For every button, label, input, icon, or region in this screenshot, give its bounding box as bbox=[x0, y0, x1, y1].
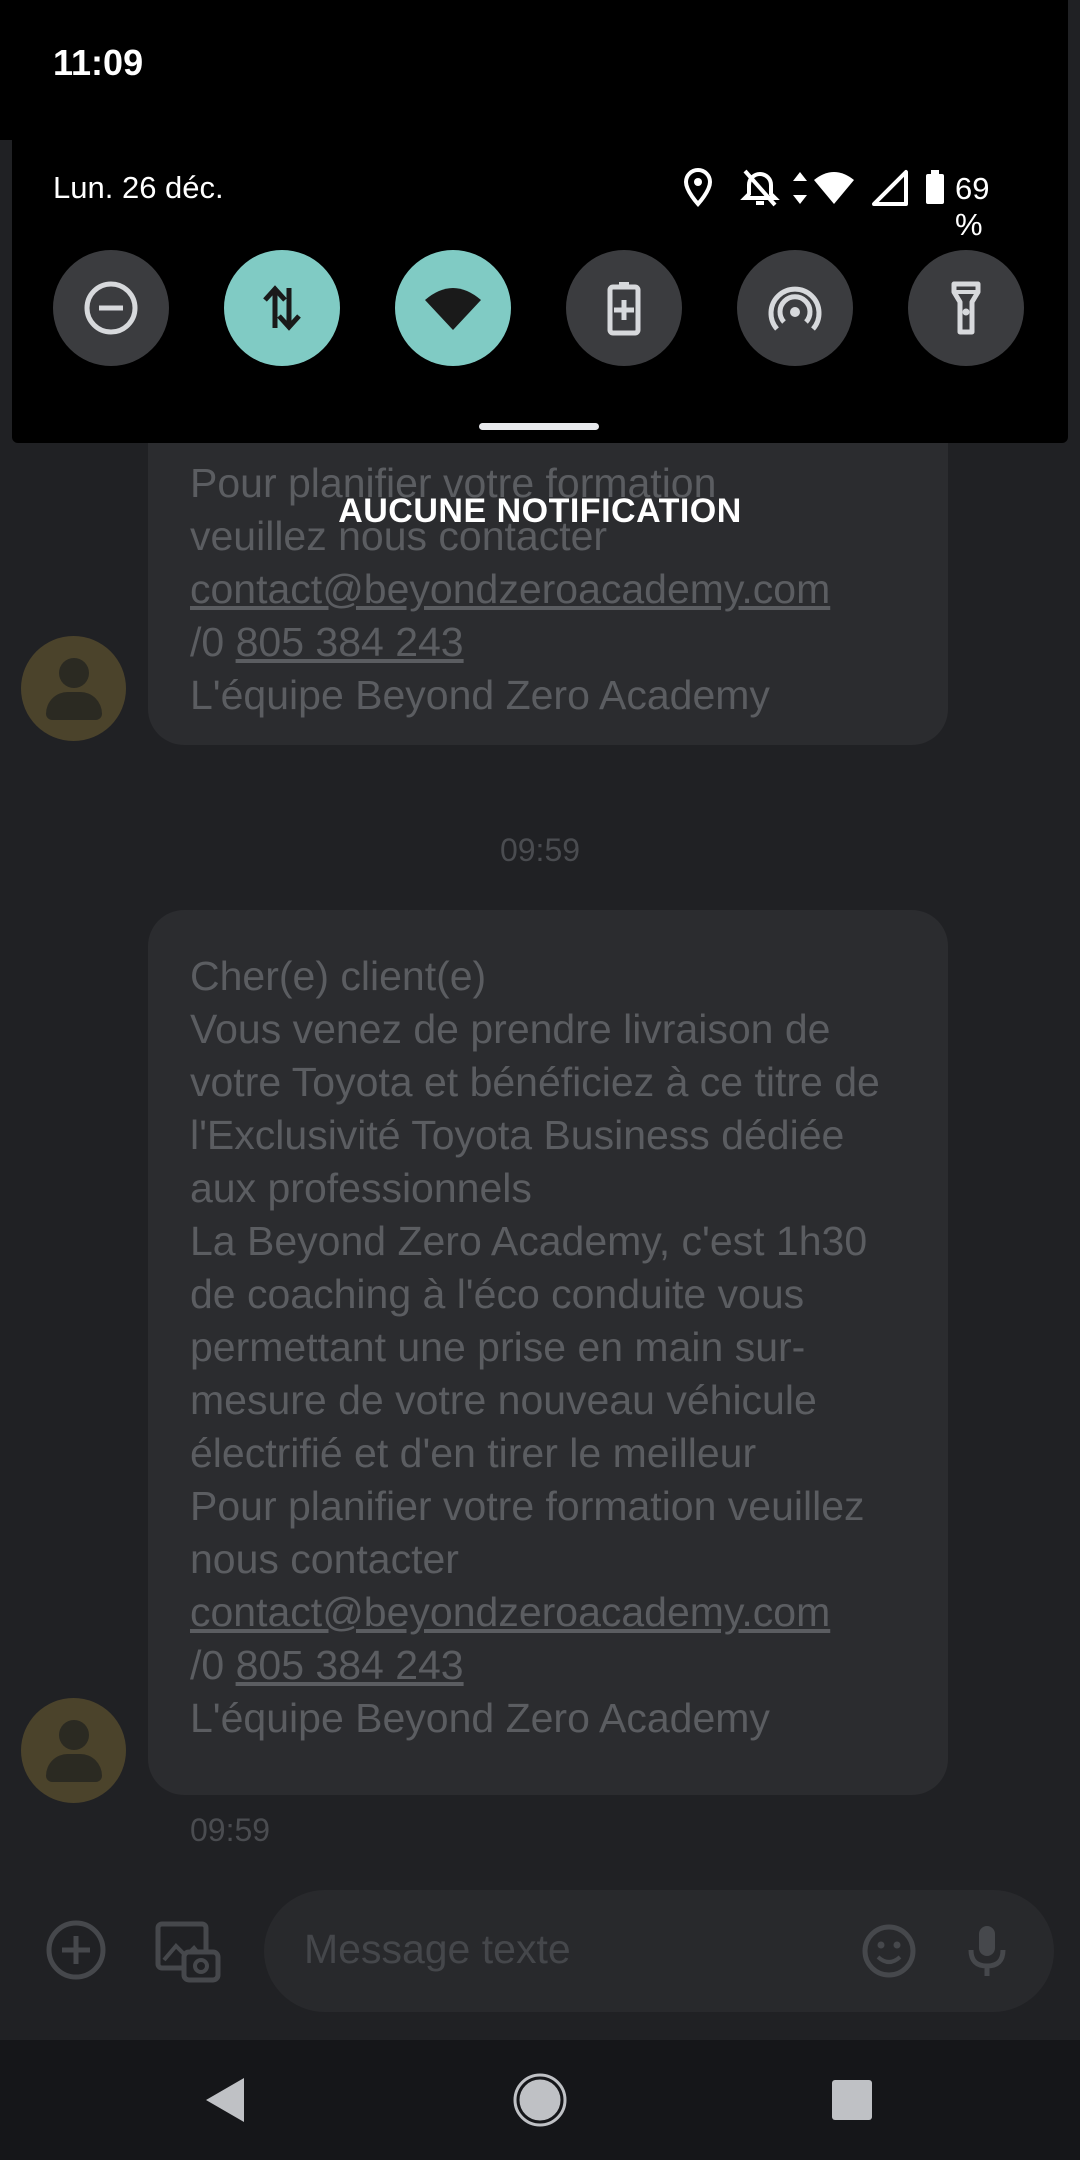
location-icon bbox=[683, 167, 713, 207]
tile-wifi[interactable] bbox=[395, 250, 511, 366]
data-arrows-icon bbox=[263, 285, 301, 331]
battery-icon bbox=[926, 170, 944, 204]
contact-avatar[interactable] bbox=[21, 1698, 126, 1803]
email-link[interactable]: contact@beyondzeroacademy.com bbox=[190, 566, 830, 612]
no-notifications-label: AUCUNE NOTIFICATION bbox=[338, 492, 742, 530]
home-icon[interactable] bbox=[500, 2060, 580, 2140]
data-arrows-icon bbox=[793, 172, 807, 204]
gallery-icon[interactable] bbox=[144, 1908, 228, 1992]
shade-drag-handle[interactable] bbox=[479, 423, 599, 430]
status-clock: 11:09 bbox=[53, 42, 144, 83]
phone-link[interactable]: 805 384 243 bbox=[236, 1642, 464, 1688]
battery-percent: 69 % bbox=[955, 171, 990, 242]
alarm-off-icon bbox=[740, 169, 780, 207]
add-icon[interactable] bbox=[34, 1908, 118, 1992]
contact-avatar[interactable] bbox=[21, 636, 126, 741]
message-bubble[interactable]: Cher(e) client(e) Vous venez de prendre … bbox=[148, 910, 948, 1795]
recent-apps-icon[interactable] bbox=[812, 2060, 892, 2140]
battery-plus-icon bbox=[607, 282, 641, 336]
person-icon bbox=[59, 658, 89, 688]
message-input-placeholder: Message texte bbox=[304, 1926, 571, 1972]
message-body: Cher(e) client(e) Vous venez de prendre … bbox=[190, 953, 880, 1582]
message-signature: L'équipe Beyond Zero Academy bbox=[190, 1695, 770, 1741]
message-divider-time: 09:59 bbox=[499, 832, 581, 868]
wifi-icon bbox=[814, 172, 854, 204]
tile-hotspot[interactable] bbox=[737, 250, 853, 366]
microphone-icon[interactable] bbox=[950, 1914, 1024, 1988]
hotspot-icon bbox=[768, 286, 822, 331]
minus-circle-icon bbox=[84, 281, 138, 335]
message-time: 09:59 bbox=[190, 1812, 271, 1848]
message-input[interactable]: Message texte bbox=[264, 1890, 1054, 2012]
message-bubble[interactable]: Pour planifier votre formation veuillez … bbox=[148, 400, 948, 745]
phone-prefix: /0 bbox=[190, 1642, 236, 1688]
tile-mobile-data[interactable] bbox=[224, 250, 340, 366]
tile-do-not-disturb[interactable] bbox=[53, 250, 169, 366]
person-icon bbox=[59, 1720, 89, 1750]
tile-flashlight[interactable] bbox=[908, 250, 1024, 366]
navigation-bar bbox=[0, 2040, 1080, 2160]
status-date[interactable]: Lun. 26 déc. bbox=[53, 170, 224, 206]
quick-settings-panel bbox=[12, 0, 1068, 443]
flashlight-icon bbox=[951, 281, 981, 335]
phone-link[interactable]: 805 384 243 bbox=[236, 619, 464, 665]
phone-prefix: /0 bbox=[190, 619, 236, 665]
back-icon[interactable] bbox=[186, 2060, 266, 2140]
tile-battery-saver[interactable] bbox=[566, 250, 682, 366]
status-icons: 69 % bbox=[680, 166, 1020, 242]
message-composer: Message texte bbox=[0, 1880, 1080, 2020]
message-signature: L'équipe Beyond Zero Academy bbox=[190, 672, 770, 718]
wifi-icon bbox=[425, 288, 481, 330]
signal-icon bbox=[872, 170, 908, 206]
email-link[interactable]: contact@beyondzeroacademy.com bbox=[190, 1589, 830, 1635]
emoji-icon[interactable] bbox=[852, 1914, 926, 1988]
